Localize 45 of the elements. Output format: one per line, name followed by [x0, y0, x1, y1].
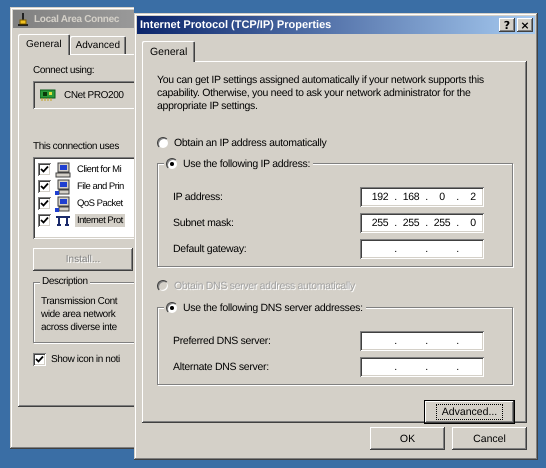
- ok-button[interactable]: OK: [370, 427, 445, 450]
- cancel-button[interactable]: Cancel: [452, 427, 527, 450]
- list-item[interactable]: Client for Mi: [75, 163, 124, 176]
- window-title: Local Area Connec: [34, 14, 120, 24]
- checkbox[interactable]: [38, 180, 51, 193]
- radio-button[interactable]: Use the following DNS server addresses:: [164, 301, 366, 315]
- radio-button[interactable]: Use the following IP address:: [164, 157, 314, 171]
- list-item[interactable]: Internet Prot: [75, 214, 125, 227]
- network-card-icon: [40, 89, 56, 101]
- tab[interactable]: General: [142, 41, 196, 62]
- service-icon: [55, 196, 71, 212]
- ip-address-field[interactable]: 192 . 168 . 0 . 2: [360, 187, 484, 207]
- network-icon: [16, 12, 30, 26]
- adapter-name: CNet PRO200: [64, 90, 124, 100]
- field-label: IP address:: [173, 191, 223, 203]
- tab[interactable]: Advanced: [70, 36, 126, 54]
- checkbox[interactable]: [38, 163, 51, 176]
- window-title: Internet Protocol (TCP/IP) Properties: [140, 19, 332, 31]
- advanced-button[interactable]: Advanced...: [425, 401, 514, 423]
- description-text: Transmission Cont wide area network across diverse inte: [41, 295, 118, 334]
- field-label: Subnet mask:: [173, 217, 234, 229]
- radio-button[interactable]: Obtain an IP address automatically: [157, 136, 513, 150]
- field-label: This connection uses: [33, 141, 119, 152]
- list-item[interactable]: QoS Packet: [75, 197, 125, 210]
- field-label: Connect using:: [33, 65, 94, 76]
- list-item[interactable]: File and Prin: [75, 180, 126, 193]
- intro-text: You can get IP settings assigned automatically if your network supports this capability. Otherwise, you need to ask your network administrator for the appropriate IP settings.: [157, 74, 485, 113]
- service-icon: [55, 178, 71, 194]
- ip-address-field[interactable]: 255 . 255 . 255 . 0: [360, 213, 484, 233]
- field-label: Preferred DNS server:: [173, 335, 271, 347]
- help-button[interactable]: ?: [499, 18, 515, 32]
- checkbox[interactable]: [38, 214, 51, 227]
- field-label: Default gateway:: [173, 243, 246, 255]
- ip-address-field[interactable]: . . .: [360, 239, 484, 259]
- check-icon: [35, 355, 44, 364]
- checkbox[interactable]: [38, 197, 51, 210]
- close-button[interactable]: ×: [517, 18, 533, 32]
- ip-address-field[interactable]: . . .: [360, 331, 484, 351]
- client-icon: [55, 162, 71, 178]
- field-label: Alternate DNS server:: [173, 361, 269, 373]
- ip-address-field[interactable]: . . .: [360, 357, 484, 377]
- tab[interactable]: General: [18, 34, 70, 55]
- checkbox[interactable]: [33, 353, 46, 366]
- group-title: Description: [40, 276, 90, 287]
- checkbox-label[interactable]: Show icon in noti: [51, 354, 120, 365]
